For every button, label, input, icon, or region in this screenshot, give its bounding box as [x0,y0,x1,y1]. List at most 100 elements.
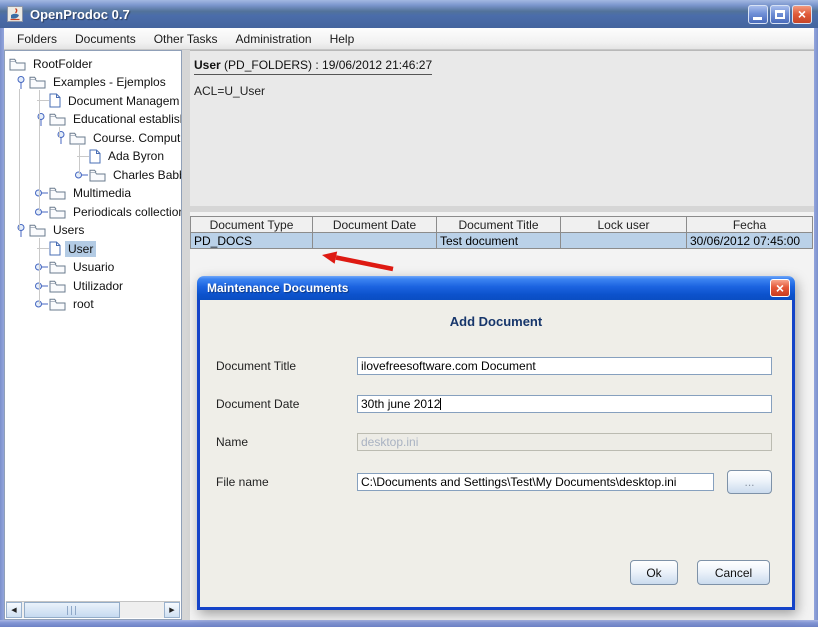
table-cell [560,232,687,249]
scrollbar-grip [67,605,77,615]
tree-item-educational-establish[interactable]: Educational establish [5,110,181,129]
dialog-close-icon[interactable] [770,279,790,297]
folder-icon [29,75,46,89]
maximize-button[interactable] [770,4,790,24]
table-row[interactable]: PD_DOCS Test document 30/06/2012 07:45:00 [190,232,813,249]
menu-documents[interactable]: Documents [66,29,145,49]
field-label-name: Name [216,435,249,449]
folder-meta: (PD_FOLDERS) : 19/06/2012 21:46:27 [220,58,433,72]
dialog-body: Add Document Document Title ilovefreesoft… [197,300,795,610]
column-header-document-date[interactable]: Document Date [312,216,437,233]
dialog-heading: Add Document [449,314,543,329]
tree-item-label: Educational establish [73,112,182,126]
column-header-document-type[interactable]: Document Type [190,216,313,233]
tree-item-charles-babb[interactable]: Charles Babb [5,165,181,184]
java-app-icon [6,5,24,23]
expanded-handle-icon[interactable] [13,75,29,90]
window-border-left [0,28,4,627]
field-label-file-name: File name [216,475,269,489]
scrollbar-track[interactable] [22,602,164,618]
tree-item-label: Charles Babb [113,167,182,182]
menu-administration[interactable]: Administration [227,29,321,49]
folder-icon [49,260,66,274]
folder-icon [89,168,106,182]
text-caret [440,398,442,410]
tree-connector-line [39,238,40,304]
table-cell [312,232,437,249]
tree-item-utilizador[interactable]: Utilizador [5,276,181,295]
column-header-document-title[interactable]: Document Title [436,216,561,233]
table-cell: Test document [436,232,561,249]
tree-item-ada-byron[interactable]: Ada Byron [5,147,181,166]
tree-item-multimedia[interactable]: Multimedia [5,184,181,203]
tree-item-rootfolder[interactable]: RootFolder [5,54,181,73]
menu-help[interactable]: Help [321,29,364,49]
tree-item-user[interactable]: User [5,239,181,258]
dialog-titlebar: Maintenance Documents [197,276,795,300]
field-label-document-date: Document Date [216,397,300,411]
tree-item-label: Ada Byron [108,149,165,163]
tree-item-document-managem[interactable]: Document Managem [5,91,181,110]
tree-connector-line [39,90,40,211]
expanded-handle-icon[interactable] [13,223,29,238]
tree-item-label: Usuario [73,260,115,274]
folder-icon [9,57,26,71]
tree-item-label: Periodicals collection [73,204,182,219]
folder-icon [69,131,86,145]
column-header-lock-user[interactable]: Lock user [560,216,687,233]
cancel-button[interactable]: Cancel [697,560,770,585]
tree-item-examples-ejemplos[interactable]: Examples - Ejemplos [5,73,181,92]
tree-item-users[interactable]: Users [5,221,181,240]
menu-other-tasks[interactable]: Other Tasks [145,29,227,49]
folder-icon [49,297,66,311]
collapsed-handle-icon[interactable] [33,186,49,200]
folder-info-title: User (PD_FOLDERS) : 19/06/2012 21:46:27 [194,58,433,75]
scrollbar-thumb[interactable] [24,602,120,618]
collapsed-handle-icon[interactable] [73,168,89,182]
file-name-input[interactable]: C:\Documents and Settings\Test\My Docume… [357,473,714,491]
acl-text: ACL=U_User [194,84,266,98]
tree-item-root[interactable]: root [5,295,181,314]
expanded-handle-icon[interactable] [33,112,49,127]
tree-item-label: Document Managem [68,93,180,108]
folder-icon [29,223,46,237]
documents-table: Document Type Document Date Document Title… [190,216,813,249]
menu-bar: Folders Documents Other Tasks Administratio… [4,28,814,50]
menu-folders[interactable]: Folders [8,29,66,49]
scroll-left-arrow[interactable]: ◀ [6,602,22,618]
document-title-input[interactable]: ilovefreesoftware.com Document [357,357,772,375]
tree-item-course-computi[interactable]: Course. Computi [5,128,181,147]
browse-file-button[interactable]: ... [727,470,772,494]
document-date-input[interactable]: 30th june 2012 [357,395,772,413]
collapsed-handle-icon[interactable] [33,205,49,219]
document-icon [89,149,101,164]
window-border-right [814,28,818,627]
folder-icon [49,112,66,126]
name-input: desktop.ini [357,433,772,451]
scroll-right-arrow[interactable]: ▶ [164,602,180,618]
minimize-button[interactable] [748,4,768,24]
folder-icon [49,186,66,200]
folder-icon [49,205,66,219]
document-icon [49,241,61,256]
window-title: OpenProdoc 0.7 [30,6,130,22]
collapsed-handle-icon[interactable] [33,260,49,274]
tree-item-label: Multimedia [73,186,132,200]
folder-info-panel: User (PD_FOLDERS) : 19/06/2012 21:46:27 … [190,50,814,206]
tree-item-periodicals-collection[interactable]: Periodicals collection [5,202,181,221]
tree-item-label: User [65,240,97,257]
document-icon [49,93,61,108]
close-button[interactable] [792,4,812,24]
tree-item-usuario[interactable]: Usuario [5,258,181,277]
expanded-handle-icon[interactable] [53,130,69,145]
collapsed-handle-icon[interactable] [33,297,49,311]
ok-button[interactable]: Ok [630,560,678,585]
collapsed-handle-icon[interactable] [33,279,49,293]
tree-item-label: Examples - Ejemplos [53,75,166,89]
tree-item-label: Course. Computi [93,130,182,145]
window-border-bottom [0,620,818,627]
field-label-document-title: Document Title [216,359,297,373]
table-cell: 30/06/2012 07:45:00 [686,232,813,249]
tree-item-label: Users [53,223,85,237]
column-header-fecha[interactable]: Fecha [686,216,813,233]
